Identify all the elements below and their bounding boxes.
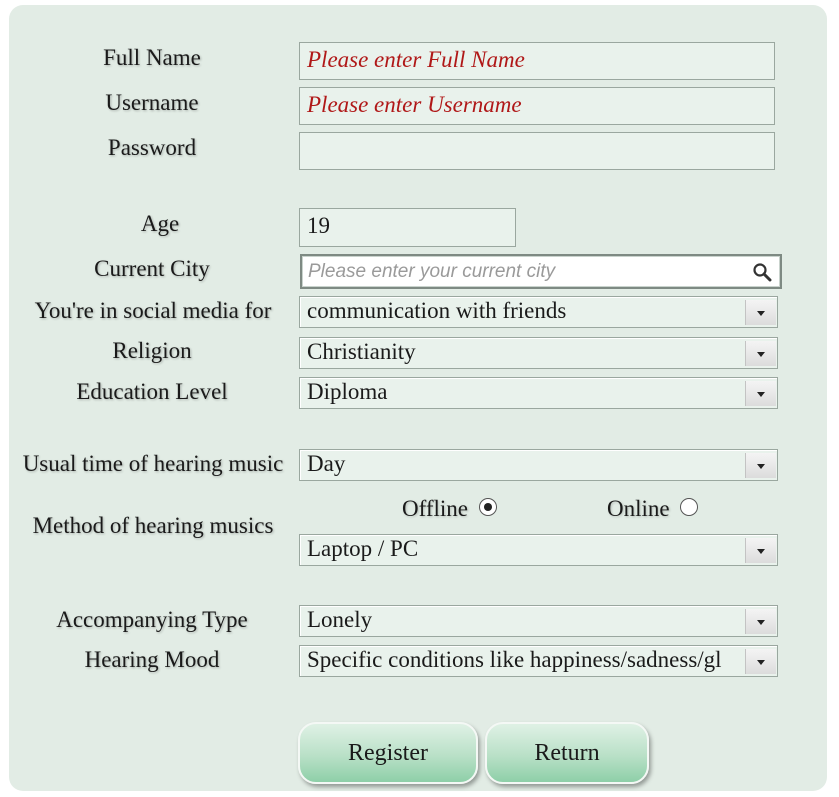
religion-label: Religion <box>112 338 192 363</box>
age-field[interactable]: 19 <box>299 208 516 247</box>
chevron-down-icon[interactable] <box>745 300 776 325</box>
mood-label: Hearing Mood <box>84 647 220 672</box>
education-label: Education Level <box>76 379 228 404</box>
chevron-down-icon[interactable] <box>745 341 776 366</box>
music-device-select[interactable]: Laptop / PC <box>299 534 778 566</box>
education-value: Diploma <box>307 379 388 404</box>
social-media-select[interactable]: communication with friends <box>299 296 778 328</box>
music-time-select[interactable]: Day <box>299 449 778 481</box>
register-button[interactable]: Register <box>298 722 478 784</box>
religion-select[interactable]: Christianity <box>299 337 778 369</box>
music-time-value: Day <box>307 451 346 476</box>
age-label: Age <box>140 211 180 236</box>
mood-value: Specific conditions like happiness/sadne… <box>307 647 722 672</box>
full-name-field[interactable]: Please enter Full Name <box>299 42 775 80</box>
social-media-value: communication with friends <box>307 298 567 323</box>
return-button[interactable]: Return <box>485 722 649 784</box>
accompanying-select[interactable]: Lonely <box>299 605 778 637</box>
search-icon[interactable] <box>752 262 772 282</box>
chevron-down-icon[interactable] <box>745 609 776 634</box>
offline-radio[interactable] <box>479 498 497 516</box>
chevron-down-icon[interactable] <box>745 381 776 406</box>
full-name-label: Full Name <box>103 45 201 70</box>
username-label: Username <box>105 90 199 115</box>
education-select[interactable]: Diploma <box>299 377 778 409</box>
online-label: Online <box>607 496 670 521</box>
chevron-down-icon[interactable] <box>745 453 776 478</box>
current-city-input[interactable] <box>308 259 748 285</box>
password-field[interactable] <box>299 132 775 170</box>
password-label: Password <box>107 135 197 160</box>
chevron-down-icon[interactable] <box>745 538 776 563</box>
social-media-label: You're in social media for <box>34 298 272 323</box>
online-radio[interactable] <box>680 498 698 516</box>
current-city-label: Current City <box>94 256 210 281</box>
current-city-search[interactable] <box>300 254 782 289</box>
chevron-down-icon[interactable] <box>745 649 776 674</box>
religion-value: Christianity <box>307 339 416 364</box>
mood-select[interactable]: Specific conditions like happiness/sadne… <box>299 645 778 677</box>
music-device-value: Laptop / PC <box>307 536 419 561</box>
music-time-label: Usual time of hearing music <box>22 451 284 476</box>
accompanying-value: Lonely <box>307 607 373 632</box>
offline-label: Offline <box>402 496 469 521</box>
music-method-label: Method of hearing musics <box>32 513 274 538</box>
accompanying-label: Accompanying Type <box>56 607 248 632</box>
username-field[interactable]: Please enter Username <box>299 87 775 125</box>
